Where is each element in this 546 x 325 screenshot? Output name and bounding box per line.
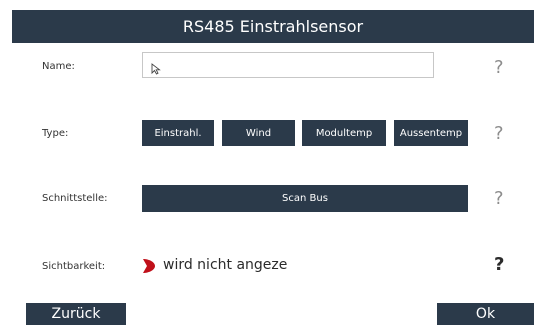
visibility-value: wird nicht angeze xyxy=(163,257,288,273)
back-button[interactable]: Zurück xyxy=(26,303,126,325)
type-aussentemp-button[interactable]: Aussentemp xyxy=(394,120,468,146)
scan-bus-button[interactable]: Scan Bus xyxy=(142,185,468,212)
help-visibility-icon[interactable]: ? xyxy=(494,254,504,275)
help-type-icon[interactable]: ? xyxy=(494,123,504,144)
ok-button[interactable]: Ok xyxy=(437,303,534,325)
visibility-toggle-icon[interactable] xyxy=(142,258,156,274)
interface-label: Schnittstelle: xyxy=(42,193,108,204)
type-wind-button[interactable]: Wind xyxy=(222,120,295,146)
type-einstrahl-button[interactable]: Einstrahl. xyxy=(142,120,214,146)
title-bar: RS485 Einstrahlsensor xyxy=(12,10,534,43)
name-label: Name: xyxy=(42,61,75,72)
mouse-pointer-icon xyxy=(151,63,161,75)
page-title: RS485 Einstrahlsensor xyxy=(182,17,364,36)
type-modultemp-button[interactable]: Modultemp xyxy=(302,120,386,146)
name-input[interactable] xyxy=(142,52,434,78)
help-interface-icon[interactable]: ? xyxy=(494,188,504,209)
type-label: Type: xyxy=(42,128,69,139)
help-name-icon[interactable]: ? xyxy=(494,57,504,78)
visibility-label: Sichtbarkeit: xyxy=(42,261,106,272)
